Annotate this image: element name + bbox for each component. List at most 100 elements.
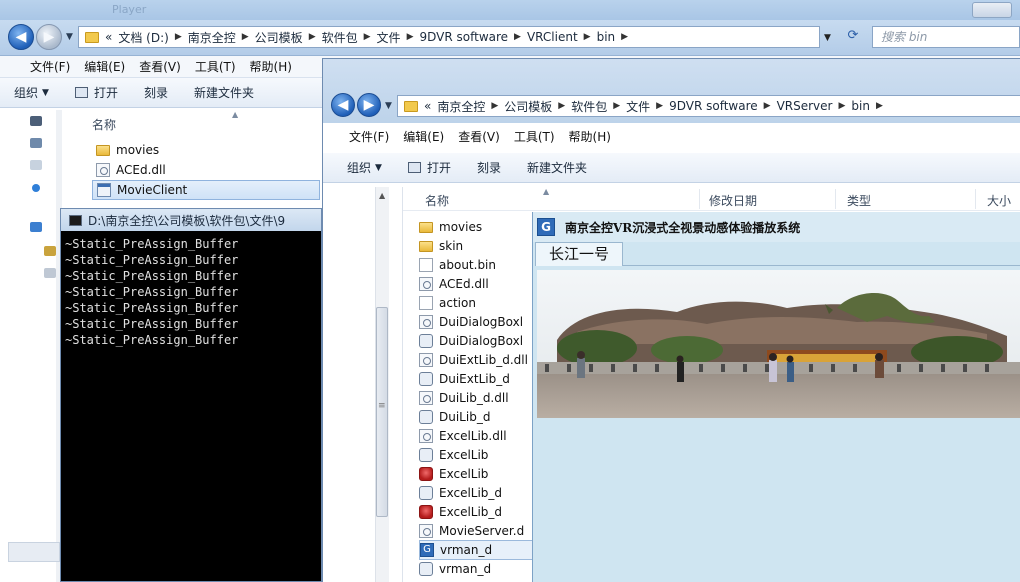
breadcrumb-item[interactable]: «	[105, 30, 112, 44]
breadcrumb-item[interactable]: VRServer	[777, 99, 833, 113]
library-icon[interactable]	[30, 138, 42, 148]
column-header-size[interactable]: 大小	[987, 192, 1011, 209]
menu-item[interactable]: 帮助(H)	[250, 58, 292, 75]
breadcrumb-arrow-icon[interactable]: ▶	[876, 101, 883, 111]
open-button[interactable]: 打开	[407, 159, 451, 176]
breadcrumb-item[interactable]: 文件	[626, 98, 650, 115]
computer-icon[interactable]	[30, 222, 42, 232]
column-divider[interactable]	[975, 189, 976, 209]
scroll-up-icon[interactable]: ▲	[379, 191, 385, 200]
breadcrumb-arrow-icon[interactable]: ▶	[491, 101, 498, 111]
back-arrow-icon[interactable]: ◀	[331, 93, 355, 117]
tab-channel[interactable]: 长江一号	[535, 242, 623, 266]
breadcrumb-item[interactable]: 9DVR software	[669, 99, 758, 113]
file-row[interactable]: ACEd.dll	[92, 160, 320, 180]
breadcrumb-item[interactable]: 软件包	[322, 29, 358, 46]
console-titlebar[interactable]: D:\南京全控\公司模板\软件包\文件\9	[61, 209, 321, 231]
file-row[interactable]: movies	[92, 140, 320, 160]
breadcrumb-arrow-icon[interactable]: ▶	[558, 101, 565, 111]
address-dropdown-icon[interactable]: ▼	[824, 33, 831, 43]
breadcrumb-item[interactable]: 公司模板	[504, 98, 552, 115]
breadcrumb-item[interactable]: bin	[851, 99, 870, 113]
breadcrumb-item[interactable]: 南京全控	[188, 29, 236, 46]
menu-item[interactable]: 查看(V)	[458, 128, 500, 145]
menu-item[interactable]: 工具(T)	[514, 128, 555, 145]
file-row[interactable]: DuiDialogBoxl	[419, 331, 533, 351]
file-row[interactable]: ExcelLib_d	[419, 502, 533, 522]
file-row[interactable]: DuiDialogBoxl	[419, 312, 533, 332]
breadcrumb-item[interactable]: bin	[597, 30, 616, 44]
column-header-name[interactable]: 名称	[92, 116, 116, 133]
breadcrumb-item[interactable]: 文档 (D:)	[118, 29, 168, 46]
breadcrumb-arrow-icon[interactable]: ▶	[175, 32, 182, 42]
window-controls[interactable]	[972, 2, 1012, 18]
file-row[interactable]: DuiExtLib_d	[419, 369, 533, 389]
breadcrumb-arrow-icon[interactable]: ▶	[764, 101, 771, 111]
file-row[interactable]: DuiLib_d	[419, 407, 533, 427]
breadcrumb-item[interactable]: 南京全控	[437, 98, 485, 115]
network-icon[interactable]	[32, 184, 40, 192]
file-row[interactable]: about.bin	[419, 255, 533, 275]
file-row[interactable]: DuiExtLib_d.dll	[419, 350, 533, 370]
menu-item[interactable]: 帮助(H)	[569, 128, 611, 145]
document-icon[interactable]	[30, 160, 42, 170]
breadcrumb[interactable]: « 南京全控 ▶ 公司模板 ▶ 软件包 ▶ 文件 ▶ 9DVR software ▶ VRServer…	[397, 95, 1020, 117]
new-folder-button[interactable]: 新建文件夹	[527, 159, 587, 176]
breadcrumb-arrow-icon[interactable]: ▶	[656, 101, 663, 111]
back-window-titlebar[interactable]: Player	[0, 0, 1020, 20]
column-header-type[interactable]: 类型	[847, 192, 871, 209]
breadcrumb-item[interactable]: 9DVR software	[419, 30, 508, 44]
burn-button[interactable]: 刻录	[144, 84, 168, 101]
breadcrumb-arrow-icon[interactable]: ▶	[514, 32, 521, 42]
video-preview[interactable]	[537, 270, 1020, 418]
file-row[interactable]: movies	[419, 217, 533, 237]
breadcrumb-arrow-icon[interactable]: ▶	[364, 32, 371, 42]
breadcrumb-arrow-icon[interactable]: ▶	[584, 32, 591, 42]
file-row[interactable]: vrman_d	[419, 559, 533, 579]
menu-item[interactable]: 编辑(E)	[84, 58, 125, 75]
column-divider[interactable]	[699, 189, 700, 209]
breadcrumb-arrow-icon[interactable]: ▶	[309, 32, 316, 42]
drive-icon[interactable]	[44, 246, 56, 256]
breadcrumb-item[interactable]: 文件	[377, 29, 401, 46]
breadcrumb-arrow-icon[interactable]: ▶	[407, 32, 414, 42]
file-row[interactable]: DuiLib_d.dll	[419, 388, 533, 408]
breadcrumb-item[interactable]: 公司模板	[255, 29, 303, 46]
file-row[interactable]: ACEd.dll	[419, 274, 533, 294]
new-folder-button[interactable]: 新建文件夹	[194, 84, 254, 101]
menu-item[interactable]: 查看(V)	[139, 58, 181, 75]
refresh-icon[interactable]: ⟳	[842, 26, 864, 48]
breadcrumb-arrow-icon[interactable]: ▶	[613, 101, 620, 111]
breadcrumb-arrow-icon[interactable]: ▶	[838, 101, 845, 111]
file-row[interactable]: Gvrman_d	[419, 540, 533, 560]
file-row[interactable]: action	[419, 293, 533, 313]
column-header-name[interactable]: 名称	[425, 192, 449, 209]
file-row[interactable]: ExcelLib	[419, 464, 533, 484]
organize-button[interactable]: 组织 ▼	[347, 159, 382, 176]
breadcrumb-item[interactable]: VRClient	[527, 30, 578, 44]
file-row[interactable]: ExcelLib.dll	[419, 426, 533, 446]
drive-icon[interactable]	[44, 268, 56, 278]
open-button[interactable]: 打开	[74, 84, 118, 101]
forward-arrow-icon[interactable]: ▶	[36, 24, 62, 50]
menu-item[interactable]: 工具(T)	[195, 58, 236, 75]
menu-item[interactable]: 文件(F)	[349, 128, 389, 145]
breadcrumb-item[interactable]: «	[424, 99, 431, 113]
breadcrumb-arrow-icon[interactable]: ▶	[621, 32, 628, 42]
file-row[interactable]: ExcelLib_d	[419, 483, 533, 503]
desktop-icon[interactable]	[30, 116, 42, 126]
file-row[interactable]: skin	[419, 236, 533, 256]
breadcrumb-arrow-icon[interactable]: ▶	[242, 32, 249, 42]
column-header-modified[interactable]: 修改日期	[709, 192, 757, 209]
history-dropdown-icon[interactable]: ▼	[66, 32, 73, 42]
organize-button[interactable]: 组织 ▼	[14, 84, 49, 101]
back-arrow-icon[interactable]: ◀	[8, 24, 34, 50]
column-divider[interactable]	[835, 189, 836, 209]
burn-button[interactable]: 刻录	[477, 159, 501, 176]
file-row[interactable]: MovieServer.d	[419, 521, 533, 541]
scrollbar-thumb[interactable]	[376, 307, 388, 517]
vr-titlebar[interactable]: G 南京全控VR沉浸式全视景动感体验播放系统	[533, 212, 1020, 242]
breadcrumb[interactable]: « 文档 (D:) ▶ 南京全控 ▶ 公司模板 ▶ 软件包 ▶ 文件 ▶ 9DVR software ▶…	[78, 26, 820, 48]
menu-item[interactable]: 文件(F)	[30, 58, 70, 75]
search-input[interactable]: 搜索 bin	[872, 26, 1020, 48]
